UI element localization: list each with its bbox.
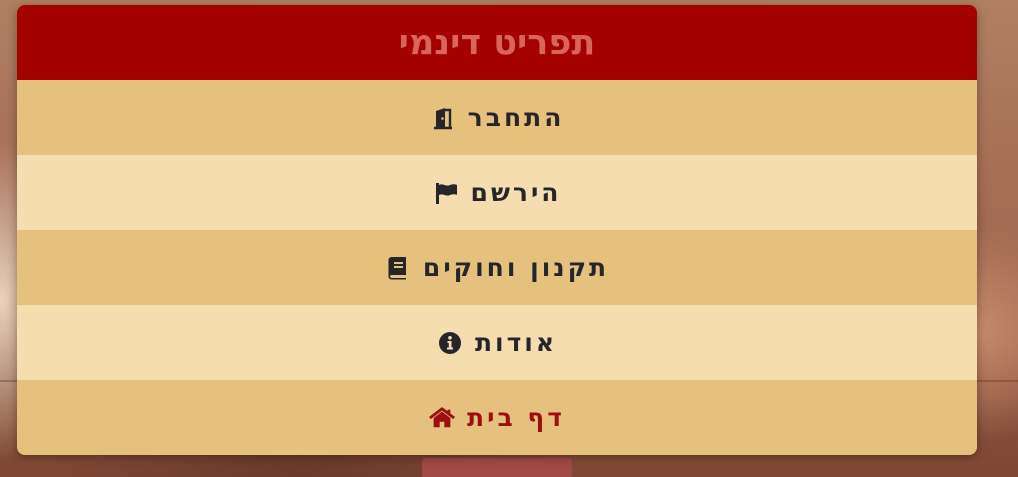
- menu-item-about[interactable]: אודות: [17, 305, 977, 380]
- background-button: [422, 458, 572, 477]
- menu-item-label: התחבר: [467, 103, 565, 132]
- book-icon: [385, 255, 411, 281]
- menu-item-home[interactable]: דף בית: [17, 380, 977, 455]
- menu-item-label: אודות: [474, 328, 558, 357]
- flag-icon: [433, 180, 459, 206]
- door-icon: [430, 105, 456, 131]
- menu-item-label: הירשם: [470, 178, 562, 207]
- menu-header: תפריט דינמי: [17, 5, 977, 80]
- dynamic-menu: תפריט דינמי התחבר הירשם תקנון וחוקים אוד…: [17, 5, 977, 455]
- home-icon: [429, 405, 455, 431]
- menu-item-label: דף בית: [467, 403, 565, 432]
- menu-item-register[interactable]: הירשם: [17, 155, 977, 230]
- menu-item-rules[interactable]: תקנון וחוקים: [17, 230, 977, 305]
- menu-title: תפריט דינמי: [398, 22, 596, 63]
- menu-item-label: תקנון וחוקים: [422, 253, 610, 282]
- info-icon: [437, 330, 463, 356]
- menu-item-login[interactable]: התחבר: [17, 80, 977, 155]
